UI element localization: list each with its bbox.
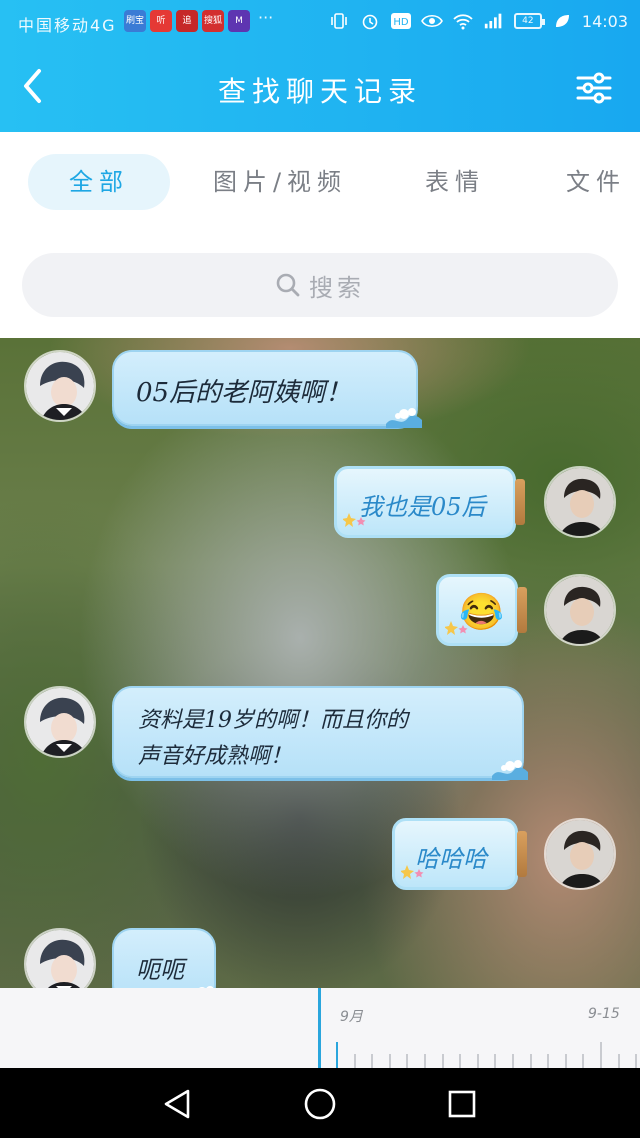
timeline-tick — [476, 1054, 479, 1068]
timeline-tick — [494, 1054, 497, 1068]
avatar-friend[interactable] — [24, 928, 96, 988]
timeline-cursor[interactable] — [318, 988, 321, 1068]
message-text-line-2: 声音好成熟啊！ — [138, 744, 293, 769]
sliders-icon — [576, 72, 612, 104]
search-input[interactable]: 搜索 — [22, 253, 618, 317]
timeline-tick — [424, 1054, 426, 1068]
date-timeline[interactable]: 9月 9-15 — [0, 988, 640, 1068]
avatar-self[interactable] — [544, 466, 616, 538]
timeline-tick — [547, 1054, 550, 1068]
alarm-icon — [359, 10, 381, 32]
category-tabs: 全部 图片/视频 表情 文件 — [0, 132, 640, 232]
nav-home-button[interactable] — [302, 1086, 338, 1122]
clock: 14:03 — [581, 11, 628, 31]
timeline-tick — [564, 1054, 567, 1068]
timeline-tick — [635, 1054, 638, 1068]
header-bar: 中国移动4G 刷宝 听 追 搜狐 M ··· HD 42 14:03 查找聊天记… — [0, 0, 640, 132]
message-text: 05后的老阿姨啊！ — [136, 378, 352, 408]
timeline-tick — [336, 1042, 338, 1068]
circle-home-icon — [304, 1088, 336, 1120]
tab-files[interactable]: 文件 — [566, 154, 640, 210]
message-text: 呃呃 — [136, 956, 184, 984]
timeline-tick — [371, 1054, 374, 1068]
nav-bar: 查找聊天记录 — [0, 50, 640, 128]
message-bubble-emoji[interactable]: 😂 — [436, 574, 527, 646]
signal-icon — [483, 10, 505, 32]
filter-button[interactable] — [574, 68, 614, 108]
carrier-label: 中国移动4G — [18, 16, 117, 35]
wifi-icon — [452, 10, 474, 32]
status-bar: 中国移动4G 刷宝 听 追 搜狐 M ··· HD 42 14:03 — [0, 0, 640, 44]
more-notifications: ··· — [258, 8, 274, 27]
timeline-tick — [529, 1054, 532, 1068]
avatar-friend[interactable] — [24, 686, 96, 758]
message-text: 我也是05后 — [359, 493, 486, 521]
timeline-tick — [459, 1054, 462, 1068]
tab-emoji[interactable]: 表情 — [410, 154, 500, 210]
timeline-tick — [441, 1054, 444, 1068]
message-bubble[interactable]: 05后的老阿姨啊！ — [112, 350, 422, 428]
eye-icon — [420, 10, 443, 32]
search-section: 搜索 — [0, 232, 640, 338]
app-icon-m: M — [228, 10, 250, 32]
timeline-tick — [406, 1054, 409, 1068]
timeline-month-label: 9月 — [340, 1009, 363, 1025]
timeline-date-label: 9-15 — [588, 1006, 620, 1022]
timeline-tick — [617, 1054, 620, 1068]
nav-back-button[interactable] — [160, 1086, 196, 1122]
avatar-friend[interactable] — [24, 350, 96, 422]
timeline-tick — [353, 1054, 356, 1068]
chat-history[interactable]: 05后的老阿姨啊！ 我也是05后 😂 资料是19岁的啊！而且你的 声音好成熟啊！… — [0, 338, 640, 988]
message-bubble[interactable]: 哈哈哈 — [392, 818, 527, 890]
timeline-tick — [582, 1054, 585, 1068]
message-bubble[interactable]: 呃呃 — [112, 928, 216, 988]
app-icon-zhui: 追 — [176, 10, 198, 32]
search-placeholder: 搜索 — [309, 273, 365, 302]
message-bubble[interactable]: 我也是05后 — [334, 466, 525, 538]
battery-icon: 42 — [513, 13, 545, 29]
page-title: 查找聊天记录 — [217, 75, 422, 108]
svg-text:HD: HD — [393, 17, 409, 28]
app-icon-shuabao: 刷宝 — [124, 10, 146, 32]
avatar-self[interactable] — [544, 818, 616, 890]
message-text-line-1: 资料是19岁的啊！而且你的 — [138, 708, 408, 733]
triangle-back-icon — [164, 1089, 190, 1119]
timeline-tick — [388, 1054, 391, 1068]
notification-icons: 刷宝 听 追 搜狐 M — [124, 10, 250, 32]
leaf-icon — [551, 10, 573, 32]
search-icon — [276, 273, 300, 297]
hd-icon: HD — [390, 10, 412, 32]
nav-recents-button[interactable] — [444, 1086, 480, 1122]
app-icon-souhu: 搜狐 — [202, 10, 224, 32]
battery-level: 42 — [522, 16, 534, 26]
tab-images-videos[interactable]: 图片/视频 — [210, 154, 350, 210]
app-icon-ting: 听 — [150, 10, 172, 32]
vibrate-icon — [328, 10, 350, 32]
avatar-self[interactable] — [544, 574, 616, 646]
system-nav-bar — [0, 1068, 640, 1138]
timeline-tick — [512, 1054, 514, 1068]
tab-all[interactable]: 全部 — [28, 154, 170, 210]
square-recents-icon — [448, 1090, 476, 1118]
timeline-tick — [600, 1042, 602, 1068]
message-bubble[interactable]: 资料是19岁的啊！而且你的 声音好成熟啊！ — [112, 686, 528, 780]
